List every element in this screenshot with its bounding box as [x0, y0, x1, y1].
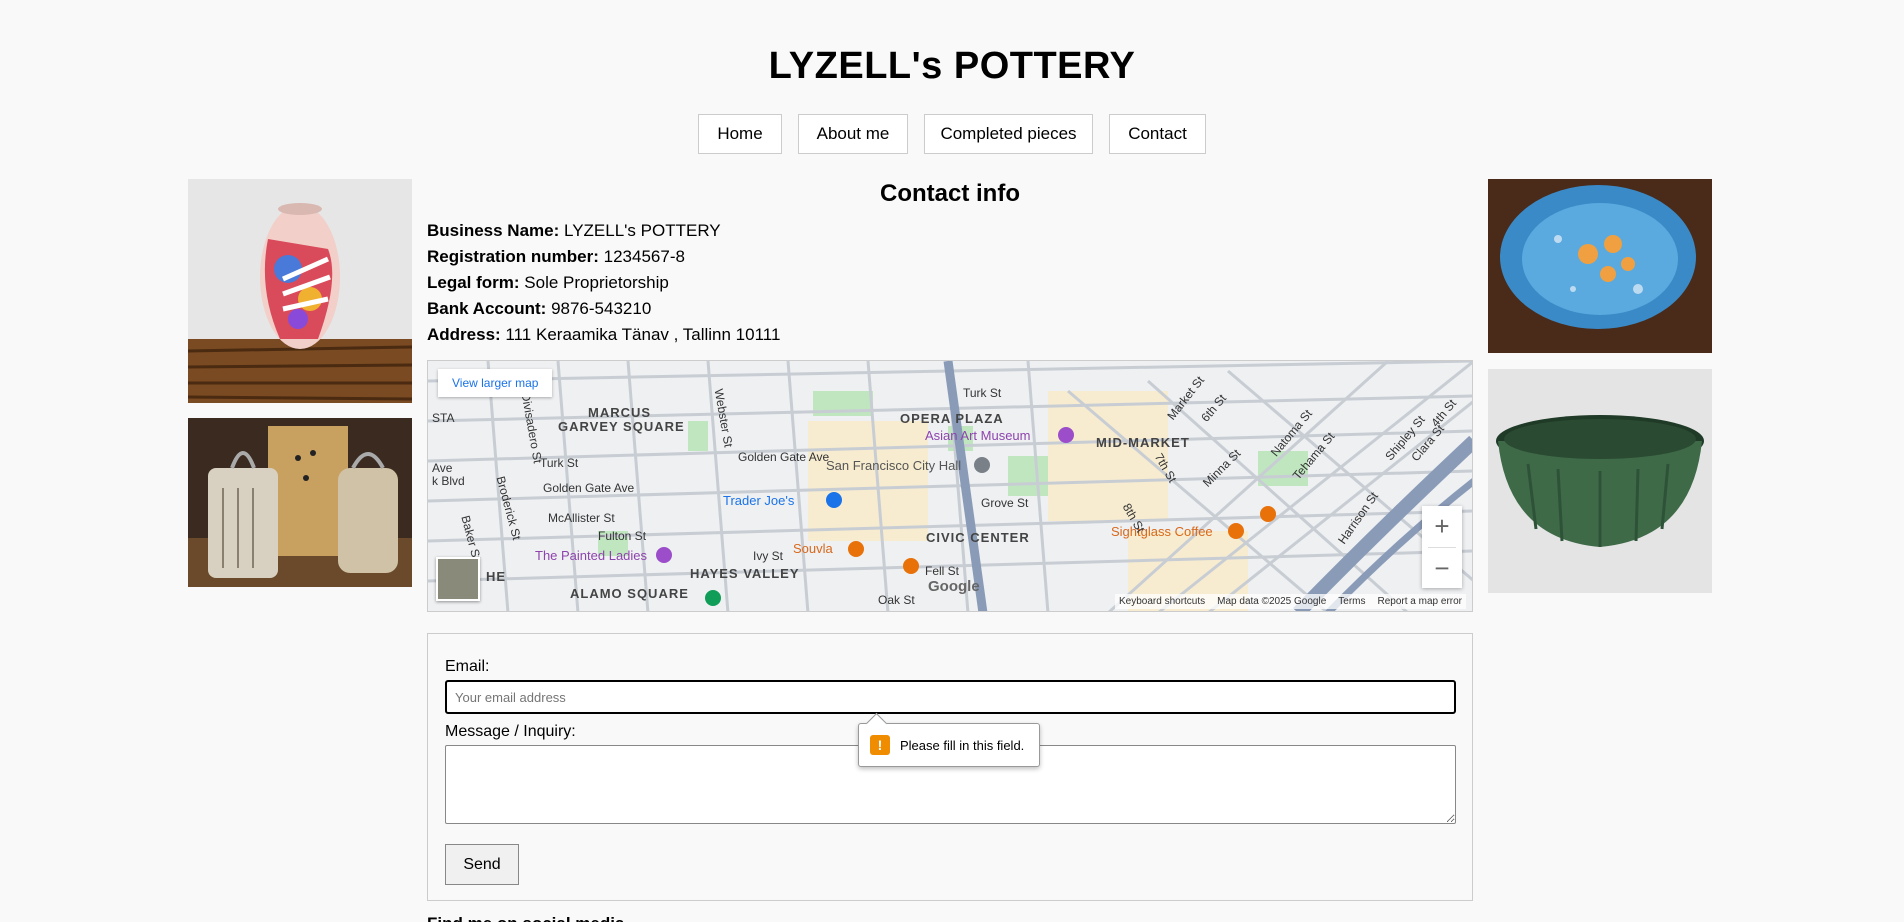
contact-form: Email: Message / Inquiry: Send: [427, 633, 1473, 901]
raku-vase-photo: [188, 179, 412, 403]
asian-art-marker-icon[interactable]: [1058, 427, 1074, 443]
restaurant-marker-icon[interactable]: [903, 558, 919, 574]
map-label-grove: Grove St: [981, 496, 1029, 510]
green-bowl-photo: [1488, 369, 1712, 593]
map-label-marcus: MARCUS: [588, 405, 652, 420]
sightglass-marker-icon[interactable]: [1228, 523, 1244, 539]
map-label-opera: OPERA PLAZA: [900, 411, 1004, 426]
zoom-controls: + −: [1422, 506, 1462, 588]
map-label-mid-market: MID-MARKET: [1096, 435, 1190, 450]
business-name-value: LYZELL's POTTERY: [564, 221, 721, 240]
map-label-fulton: Fulton St: [598, 529, 647, 543]
main-nav: Home About me Completed pieces Contact: [0, 114, 1904, 154]
map-label-hayes: HAYES VALLEY: [690, 566, 800, 581]
address-row: Address: 111 Keraamika Tänav , Tallinn 1…: [427, 324, 780, 350]
map-label-turk: Turk St: [540, 456, 579, 470]
site-title: LYZELL's POTTERY: [768, 45, 1136, 87]
business-name-label: Business Name:: [427, 221, 560, 240]
business-info: Business Name: LYZELL's POTTERY Registra…: [427, 220, 780, 350]
map-label-ave: Ave: [432, 461, 453, 475]
address-value: 111 Keraamika Tänav , Tallinn 10111: [505, 325, 781, 344]
view-larger-map-link[interactable]: View larger map: [438, 369, 553, 397]
lidded-jars-photo: [188, 418, 412, 587]
registration-label: Registration number:: [427, 247, 599, 266]
legal-form-label: Legal form:: [427, 273, 520, 292]
map-label-ivy: Ivy St: [753, 549, 784, 563]
map-label-painted: The Painted Ladies: [535, 548, 648, 563]
map-label-fell: Fell St: [925, 564, 960, 578]
map-label-golden-gate-2: Golden Gate Ave: [543, 481, 635, 495]
validation-message: Please fill in this field.: [900, 737, 1025, 753]
send-button[interactable]: Send: [445, 844, 519, 885]
map-label-garvey: GARVEY SQUARE: [558, 419, 685, 434]
message-label: Message / Inquiry:: [445, 723, 576, 740]
nav-home-button[interactable]: Home: [698, 114, 782, 154]
painted-ladies-marker-icon[interactable]: [656, 547, 672, 563]
map-label-kblvd: k Blvd: [432, 474, 465, 488]
map-label-souvla: Souvla: [793, 541, 833, 556]
map-label-trader: Trader Joe's: [723, 493, 795, 508]
nav-contact-button[interactable]: Contact: [1109, 114, 1206, 154]
map-attribution: Keyboard shortcuts Map data ©2025 Google…: [1114, 594, 1466, 609]
nav-completed-pieces-button[interactable]: Completed pieces: [924, 114, 1093, 154]
social-media-heading: Find me on social media: [427, 914, 624, 922]
map-label-sightglass: Sightglass Coffee: [1111, 524, 1213, 539]
map-data-text: Map data ©2025 Google: [1217, 596, 1327, 607]
validation-tooltip: ! Please fill in this field.: [858, 723, 1040, 767]
food-marker-icon[interactable]: [1260, 506, 1276, 522]
map-label-golden-gate: Golden Gate Ave: [738, 450, 830, 464]
google-logo: Google: [928, 578, 980, 595]
contact-info-title: Contact info: [880, 180, 1020, 207]
map-label-alamo: ALAMO SQUARE: [570, 586, 689, 601]
bank-account-value: 9876-543210: [551, 299, 652, 318]
report-error-link[interactable]: Report a map error: [1378, 596, 1462, 607]
keyboard-shortcuts-link[interactable]: Keyboard shortcuts: [1119, 596, 1205, 607]
bank-account-row: Bank Account: 9876-543210: [427, 298, 780, 324]
map-label-turk-2: Turk St: [963, 386, 1002, 400]
map-label-asian-art: Asian Art Museum: [925, 428, 1031, 443]
map-label-oak: Oak St: [878, 593, 915, 607]
map-label-city-hall: San Francisco City Hall: [826, 458, 962, 473]
warning-icon: !: [870, 735, 890, 755]
city-hall-marker-icon[interactable]: [974, 457, 990, 473]
zoom-in-button[interactable]: +: [1422, 506, 1462, 547]
zoom-out-button[interactable]: −: [1422, 548, 1462, 589]
registration-row: Registration number: 1234567-8: [427, 246, 780, 272]
nav-about-button[interactable]: About me: [798, 114, 908, 154]
legal-form-row: Legal form: Sole Proprietorship: [427, 272, 780, 298]
registration-value: 1234567-8: [603, 247, 685, 266]
trader-joes-marker-icon[interactable]: [826, 492, 842, 508]
address-label: Address:: [427, 325, 501, 344]
bank-account-label: Bank Account:: [427, 299, 547, 318]
park-marker-icon[interactable]: [705, 590, 721, 606]
email-label: Email:: [445, 658, 490, 675]
terms-link[interactable]: Terms: [1338, 596, 1365, 607]
map-label-sta: STA: [432, 411, 455, 425]
map-label-he: HE: [486, 569, 507, 584]
souvla-marker-icon[interactable]: [848, 541, 864, 557]
business-name-row: Business Name: LYZELL's POTTERY: [427, 220, 780, 246]
map-label-mcallister: McAllister St: [548, 511, 615, 525]
blue-bowl-photo: [1488, 179, 1712, 353]
email-field[interactable]: [445, 680, 1456, 714]
google-map[interactable]: MARCUS GARVEY SQUARE OPERA PLAZA Asian A…: [427, 360, 1473, 612]
satellite-toggle-icon[interactable]: [436, 557, 480, 601]
legal-form-value: Sole Proprietorship: [524, 273, 669, 292]
map-label-civic: CIVIC CENTER: [926, 530, 1030, 545]
